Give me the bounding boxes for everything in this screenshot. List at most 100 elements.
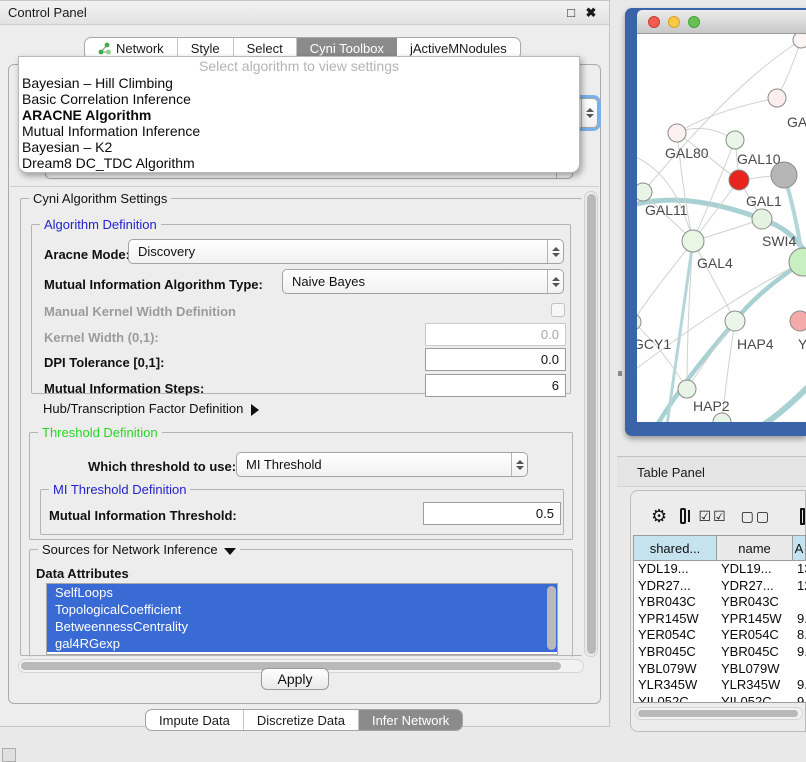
collapse-arrow-icon[interactable] [224,548,236,555]
aracne-mode-combo[interactable]: Discovery [128,239,564,264]
scrollbar-thumb[interactable] [638,710,798,717]
network-node-gal10[interactable] [726,131,744,149]
mi-steps-input[interactable]: 6 [425,374,566,397]
zoom-traffic-icon[interactable] [688,16,700,28]
network-node-gal11[interactable] [637,183,652,201]
table-cell: YIL052C [717,694,793,703]
select-all-icon[interactable]: ☑☑ [699,508,728,525]
table-cell: YLR345W [717,677,793,694]
hub-definition-label: Hub/Transcription Factor Definition [43,401,243,416]
network-node[interactable] [793,34,806,48]
table-cell: YPR145W [634,611,717,628]
table-cell [793,661,806,678]
network-node-label: GAL [787,114,806,130]
dropdown-item[interactable]: ARACNE Algorithm [19,107,579,123]
network-edge[interactable] [693,241,735,321]
network-node[interactable] [729,170,749,190]
apply-button[interactable]: Apply [261,668,329,690]
threshold-definition-group: Threshold Definition Which threshold to … [29,432,573,540]
table-row[interactable]: YIL052CYIL052C9. [634,694,806,703]
panel-grip-button[interactable] [2,748,16,762]
table-cell: YBR043C [634,594,717,611]
close-icon[interactable]: ✖ [583,5,599,21]
scrollbar-thumb[interactable] [587,194,596,654]
attribute-list-item[interactable]: gal4RGexp [47,635,557,652]
attribute-list-item[interactable]: BetweennessCentrality [47,618,557,635]
attribute-list-item[interactable]: SelfLoops [47,584,557,601]
table-row[interactable]: YPR145WYPR145W9. [634,611,806,628]
float-icon[interactable]: □ [563,5,579,21]
expand-arrow-icon[interactable] [251,404,259,416]
table-cell: YER054C [717,627,793,644]
minimize-traffic-icon[interactable] [668,16,680,28]
table-cell: 12 [793,578,806,595]
tab-discretize-data[interactable]: Discretize Data [244,710,359,730]
table-row[interactable]: YBR043CYBR043C [634,594,806,611]
table-cell: YIL052C [634,694,717,703]
table-row[interactable]: YDR27...YDR27...12 [634,578,806,595]
mi-threshold-input[interactable]: 0.5 [423,502,561,525]
manual-kernel-checkbox[interactable] [551,303,565,317]
dropdown-item[interactable]: Bayesian – Hill Climbing [19,75,579,91]
network-edge[interactable] [763,386,806,422]
network-node-hap4[interactable] [725,311,745,331]
which-threshold-combo[interactable]: MI Threshold [236,452,528,477]
table-row[interactable]: YLR345WYLR345W9. [634,677,806,694]
network-edge[interactable] [677,98,777,133]
panel-divider-handle[interactable] [618,371,622,376]
table-row[interactable]: YDL19...YDL19...13 [634,561,806,578]
table-cell: 8. [793,627,806,644]
column-header-partial[interactable]: A [793,536,806,560]
network-icon [98,42,111,55]
attribute-list-scrollbar[interactable] [547,586,556,650]
network-node-hap2[interactable] [678,380,696,398]
table-row[interactable]: YER054CYER054C8. [634,627,806,644]
dropdown-item[interactable]: Dream8 DC_TDC Algorithm [19,155,579,171]
tab-label: jActiveMNodules [410,41,507,56]
tab-infer-network[interactable]: Infer Network [359,710,462,730]
data-attributes-list[interactable]: SelfLoopsTopologicalCoefficientBetweenne… [46,583,558,655]
kernel-width-input[interactable]: 0.0 [425,323,566,346]
mi-type-combo[interactable]: Naive Bayes [282,269,564,294]
dropdown-item[interactable]: Bayesian – K2 [19,139,579,155]
table-horizontal-scrollbar[interactable] [635,707,803,720]
table-panel-titlebar: Table Panel [617,456,806,487]
new-table-icon[interactable] [800,508,805,525]
network-node-gal[interactable] [768,89,786,107]
column-header-shared-name[interactable]: shared... [634,536,717,560]
table-cell: YDL19... [717,561,793,578]
network-node-label: Y [798,336,806,352]
network-node-gal4[interactable] [682,230,704,252]
network-window-titlebar[interactable] [637,10,806,34]
tab-impute-data[interactable]: Impute Data [146,710,244,730]
network-edge[interactable] [687,321,735,389]
manual-kernel-label: Manual Kernel Width Definition [44,304,236,319]
gear-icon[interactable]: ⚙ [651,506,667,527]
hub-definition-section[interactable]: Hub/Transcription Factor Definition [43,401,259,416]
table-cell: YPR145W [717,611,793,628]
dpi-tolerance-value: 0.0 [541,352,559,367]
table-panel-title: Table Panel [637,465,705,480]
dpi-tolerance-input[interactable]: 0.0 [425,348,566,371]
dropdown-item[interactable]: Mutual Information Inference [19,123,579,139]
network-node-gal80[interactable] [668,124,686,142]
columns-icon[interactable] [680,508,685,524]
settings-vertical-scrollbar[interactable] [584,191,598,657]
table-row[interactable]: YBL079WYBL079W [634,661,806,678]
network-node-gcy1[interactable] [637,314,641,330]
close-traffic-icon[interactable] [648,16,660,28]
node-table[interactable]: shared... name A YDL19...YDL19...13YDR27… [633,535,806,703]
network-node[interactable] [771,162,797,188]
network-node-gal1[interactable] [752,209,772,229]
deselect-all-icon[interactable]: ▢▢ [741,508,771,525]
network-node-y[interactable] [790,311,806,331]
table-cell: 13 [793,561,806,578]
network-canvas[interactable]: GALGAL80GAL10GAL11GAL1GAL4SWI4GCY1HAP4YH… [637,34,806,422]
table-row[interactable]: YBR045CYBR045C9. [634,644,806,661]
column-header-name[interactable]: name [717,536,793,560]
settings-group-title: Cyni Algorithm Settings [29,191,171,206]
attribute-list-item[interactable]: TopologicalCoefficient [47,601,557,618]
network-node[interactable] [713,413,731,422]
dropdown-item[interactable]: Basic Correlation Inference [19,91,579,107]
kernel-width-label: Kernel Width (0,1): [44,330,159,345]
